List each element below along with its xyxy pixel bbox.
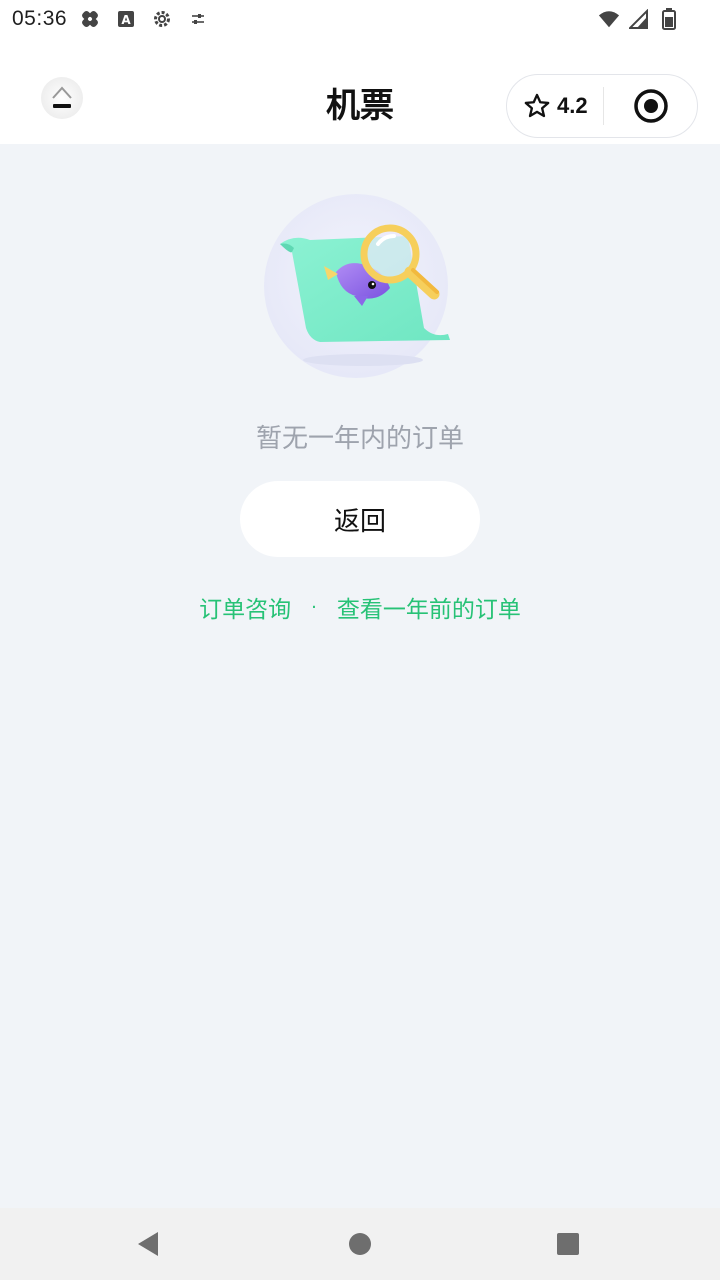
screen: 05:36 A 机票 4.2 暂无一年内的订单 返回 订单咨询 · 查看一年前的… bbox=[0, 0, 720, 1280]
order-consult-link[interactable]: 订单咨询 bbox=[199, 590, 291, 624]
sliders-icon bbox=[187, 8, 209, 30]
status-left-icons: A bbox=[79, 8, 209, 30]
mini-program-capsule: 4.2 bbox=[506, 74, 698, 138]
empty-message: 暂无一年内的订单 bbox=[255, 424, 464, 454]
nav-back-button[interactable] bbox=[132, 1228, 164, 1260]
a-icon: A bbox=[115, 8, 137, 30]
links-row: 订单咨询 · 查看一年前的订单 bbox=[0, 590, 720, 624]
rating-button[interactable]: 4.2 bbox=[507, 92, 603, 120]
status-right-icons bbox=[598, 8, 680, 30]
older-orders-link[interactable]: 查看一年前的订单 bbox=[337, 590, 521, 624]
target-icon bbox=[633, 89, 668, 123]
settings-icon bbox=[151, 8, 173, 30]
close-target-button[interactable] bbox=[604, 75, 697, 137]
status-bar: 05:36 A bbox=[0, 0, 720, 38]
svg-text:A: A bbox=[121, 13, 131, 27]
wifi-icon bbox=[598, 8, 620, 30]
star-icon bbox=[524, 93, 550, 118]
recents-square-icon bbox=[557, 1233, 579, 1255]
header: 机票 4.2 bbox=[0, 38, 720, 144]
nav-home-button[interactable] bbox=[344, 1228, 376, 1260]
rating-value: 4.2 bbox=[557, 93, 588, 118]
home-circle-icon bbox=[349, 1233, 371, 1255]
nav-recents-button[interactable] bbox=[552, 1228, 584, 1260]
battery-icon bbox=[658, 8, 680, 30]
navigation-bar bbox=[0, 1208, 720, 1280]
back-button[interactable]: 返回 bbox=[240, 481, 480, 557]
status-time: 05:36 bbox=[12, 7, 68, 30]
links-separator: · bbox=[311, 596, 317, 618]
empty-illustration bbox=[258, 188, 462, 384]
back-triangle-icon bbox=[138, 1232, 158, 1256]
health-icon bbox=[79, 8, 101, 30]
signal-icon bbox=[628, 8, 650, 30]
